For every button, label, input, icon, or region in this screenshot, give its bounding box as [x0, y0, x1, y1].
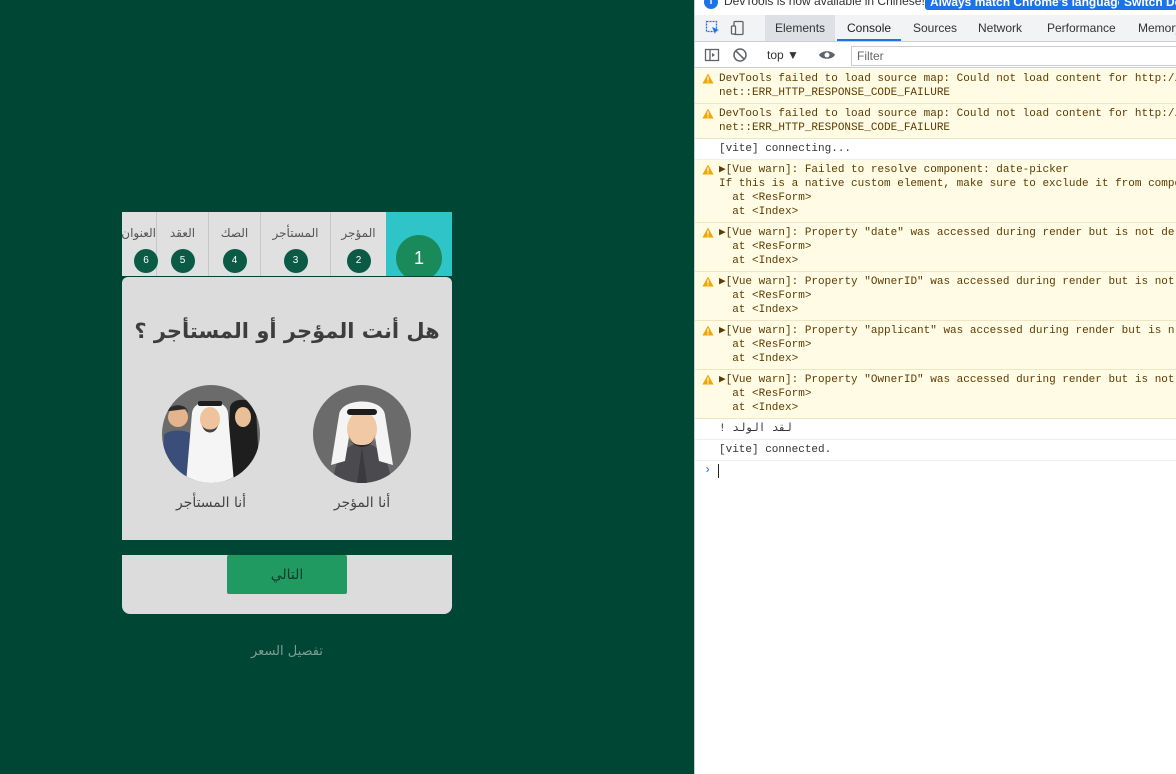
clear-console-icon[interactable] — [732, 47, 748, 63]
warning-icon — [702, 227, 714, 238]
step-address[interactable]: العنوان 6 — [122, 212, 158, 276]
console-warning[interactable]: ▶[Vue warn]: Failed to resolve component… — [695, 160, 1176, 223]
step-contract[interactable]: العقد 5 — [156, 212, 208, 276]
step-number-active: 1 — [396, 235, 442, 276]
console-line: at <Index> — [719, 402, 799, 414]
console-toolbar: top ▼ — [695, 43, 1176, 68]
role-card: هل أنت المؤجر أو المستأجر ؟ أنا المؤجر أ… — [122, 277, 452, 540]
console-line: ▶[Vue warn]: Property "date" was accesse… — [719, 227, 1175, 239]
inspect-element-icon[interactable] — [705, 20, 721, 36]
step-number: 4 — [222, 249, 247, 273]
console-line: ▶[Vue warn]: Property "applicant" was ac… — [719, 325, 1175, 337]
console-warning[interactable]: ▶[Vue warn]: Property "date" was accesse… — [695, 223, 1176, 272]
console-line: [vite] connected. — [719, 444, 832, 456]
info-icon: i — [704, 0, 718, 9]
console-line: ▶[Vue warn]: Property "OwnerID" was acce… — [719, 276, 1175, 288]
console-line: at <Index> — [719, 304, 799, 316]
owner-label: أنا المؤجر — [333, 495, 391, 511]
app-viewport: المؤجر 2 المستأجر 3 الصك 4 العقد 5 العنو… — [0, 0, 694, 774]
console-log: [vite] connecting... — [695, 139, 1176, 160]
step-label: العنوان — [122, 226, 156, 240]
step-label: المؤجر — [341, 226, 376, 240]
devtools-infobar: i DevTools is now available in Chinese! … — [695, 0, 1176, 14]
step-number: 2 — [346, 249, 371, 273]
tab-console[interactable]: Console — [837, 15, 902, 41]
role-question: هل أنت المؤجر أو المستأجر ؟ — [134, 319, 440, 343]
tab-performance[interactable]: Performance — [1037, 15, 1126, 41]
step-number: 5 — [170, 249, 195, 273]
console-line: at <Index> — [719, 255, 799, 267]
step-number: 3 — [283, 249, 308, 273]
console-line: at <Index> — [719, 206, 799, 218]
step-owner[interactable]: المؤجر 2 — [330, 212, 386, 276]
tab-elements[interactable]: Elements — [765, 15, 836, 41]
tab-memory[interactable]: Memory — [1128, 15, 1176, 41]
prompt-chevron-icon: › — [704, 463, 712, 477]
console-line: DevTools failed to load source map: Coul… — [719, 73, 1176, 85]
step-number: 6 — [134, 249, 158, 273]
price-details-link[interactable]: تفصيل السعر — [122, 644, 452, 659]
step-label: المستأجر — [272, 226, 319, 240]
console-messages: DevTools failed to load source map: Coul… — [695, 69, 1176, 481]
match-language-button[interactable]: Always match Chrome's language — [925, 0, 1130, 10]
tab-network[interactable]: Network — [968, 15, 1032, 41]
owner-choice[interactable]: أنا المؤجر — [312, 385, 412, 511]
console-line: at <Index> — [719, 353, 799, 365]
eye-icon[interactable] — [818, 47, 835, 63]
console-line: at <ResForm> — [719, 290, 812, 302]
warning-icon — [702, 276, 714, 287]
warning-icon — [702, 374, 714, 385]
tab-sources[interactable]: Sources — [903, 15, 967, 41]
console-line: لقد الولد ! — [719, 423, 792, 435]
text-cursor — [718, 464, 719, 478]
step-active[interactable]: 1 — [386, 212, 452, 276]
sidebar-toggle-icon[interactable] — [704, 47, 720, 63]
console-warning[interactable]: DevTools failed to load source map: Coul… — [695, 104, 1176, 139]
step-tenant[interactable]: المستأجر 3 — [260, 212, 330, 276]
stepper: المؤجر 2 المستأجر 3 الصك 4 العقد 5 العنو… — [122, 212, 452, 276]
devtools-tabbar: Elements Console Sources Network Perform… — [695, 15, 1176, 42]
warning-icon — [702, 164, 714, 175]
devtools-panel: i DevTools is now available in Chinese! … — [694, 0, 1176, 774]
console-line: ▶[Vue warn]: Property "OwnerID" was acce… — [719, 374, 1175, 386]
console-line: ▶[Vue warn]: Failed to resolve component… — [719, 164, 1069, 176]
step-label: الصك — [220, 226, 249, 240]
card-footer: التالي — [122, 555, 452, 614]
console-prompt[interactable]: › — [695, 461, 1176, 481]
step-label: العقد — [169, 226, 196, 240]
console-line: net::ERR_HTTP_RESPONSE_CODE_FAILURE — [719, 87, 951, 99]
console-log: [vite] connected. — [695, 440, 1176, 461]
console-line: [vite] connecting... — [719, 143, 852, 155]
console-line: at <ResForm> — [719, 192, 812, 204]
device-toolbar-icon[interactable] — [730, 20, 746, 36]
warning-icon — [702, 325, 714, 336]
tenant-choice[interactable]: أنا المستأجر — [161, 385, 261, 511]
context-selector[interactable]: top ▼ — [767, 48, 799, 62]
tenant-label: أنا المستأجر — [175, 495, 247, 511]
console-warning[interactable]: DevTools failed to load source map: Coul… — [695, 69, 1176, 104]
filter-input[interactable] — [851, 46, 1176, 66]
next-button[interactable]: التالي — [227, 555, 347, 594]
console-line: DevTools failed to load source map: Coul… — [719, 108, 1176, 120]
console-log: لقد الولد ! — [695, 419, 1176, 440]
console-warning[interactable]: ▶[Vue warn]: Property "OwnerID" was acce… — [695, 272, 1176, 321]
warning-icon — [702, 108, 714, 119]
console-warning[interactable]: ▶[Vue warn]: Property "applicant" was ac… — [695, 321, 1176, 370]
console-line: at <ResForm> — [719, 241, 812, 253]
step-deed[interactable]: الصك 4 — [208, 212, 260, 276]
console-line: at <ResForm> — [719, 388, 812, 400]
console-warning[interactable]: ▶[Vue warn]: Property "OwnerID" was acce… — [695, 370, 1176, 419]
owner-avatar — [313, 385, 411, 483]
console-line: net::ERR_HTTP_RESPONSE_CODE_FAILURE — [719, 122, 951, 134]
console-line: at <ResForm> — [719, 339, 812, 351]
tenant-avatar — [162, 385, 260, 483]
info-text: DevTools is now available in Chinese! — [724, 0, 925, 8]
warning-icon — [702, 73, 714, 84]
console-line: If this is a native custom element, make… — [719, 178, 1176, 190]
switch-language-button[interactable]: Switch DevTools — [1119, 0, 1176, 10]
